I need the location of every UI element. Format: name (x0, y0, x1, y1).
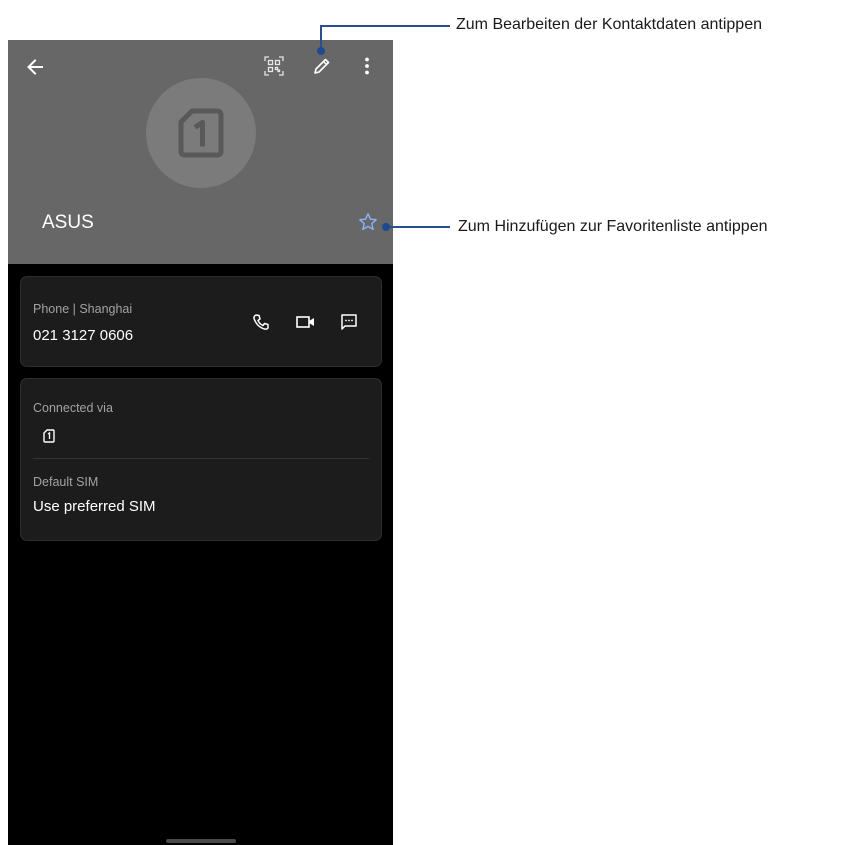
phone-number-card[interactable]: Phone | Shanghai 021 3127 0606 (20, 276, 382, 367)
contact-name: ASUS (42, 212, 94, 233)
sim-1-icon (43, 429, 55, 443)
phone-label: Phone | Shanghai (33, 302, 133, 316)
favorite-star-icon[interactable] (358, 212, 378, 232)
favorite-callout-leader (387, 226, 450, 228)
phone-screen: ASUS Phone | Shanghai 021 3127 0606 Conn… (8, 40, 393, 845)
qr-code-icon[interactable] (264, 56, 284, 76)
card-divider (33, 458, 369, 459)
sim-1-icon (178, 108, 224, 158)
edit-callout-dot (317, 47, 325, 55)
message-icon[interactable] (340, 313, 358, 331)
phone-number: 021 3127 0606 (33, 327, 134, 344)
sim-info-card: Connected via Default SIM Use preferred … (20, 378, 382, 541)
default-sim-value[interactable]: Use preferred SIM (33, 498, 156, 515)
contact-avatar (146, 78, 256, 188)
edit-callout-leader (320, 25, 450, 27)
edit-callout-text: Zum Bearbeiten der Kontaktdaten antippen (456, 16, 762, 33)
edit-pencil-icon[interactable] (312, 56, 332, 76)
back-arrow-icon[interactable] (24, 56, 46, 78)
contact-header: ASUS (8, 40, 393, 264)
default-sim-label: Default SIM (33, 475, 99, 489)
phone-icon[interactable] (252, 313, 270, 331)
favorite-callout-dot (382, 223, 390, 231)
connected-via-label: Connected via (33, 401, 113, 415)
more-vert-icon[interactable] (363, 56, 371, 76)
home-indicator (166, 839, 236, 843)
favorite-callout-text: Zum Hinzufügen zur Favoritenliste antipp… (458, 218, 768, 235)
video-call-icon[interactable] (296, 314, 316, 330)
